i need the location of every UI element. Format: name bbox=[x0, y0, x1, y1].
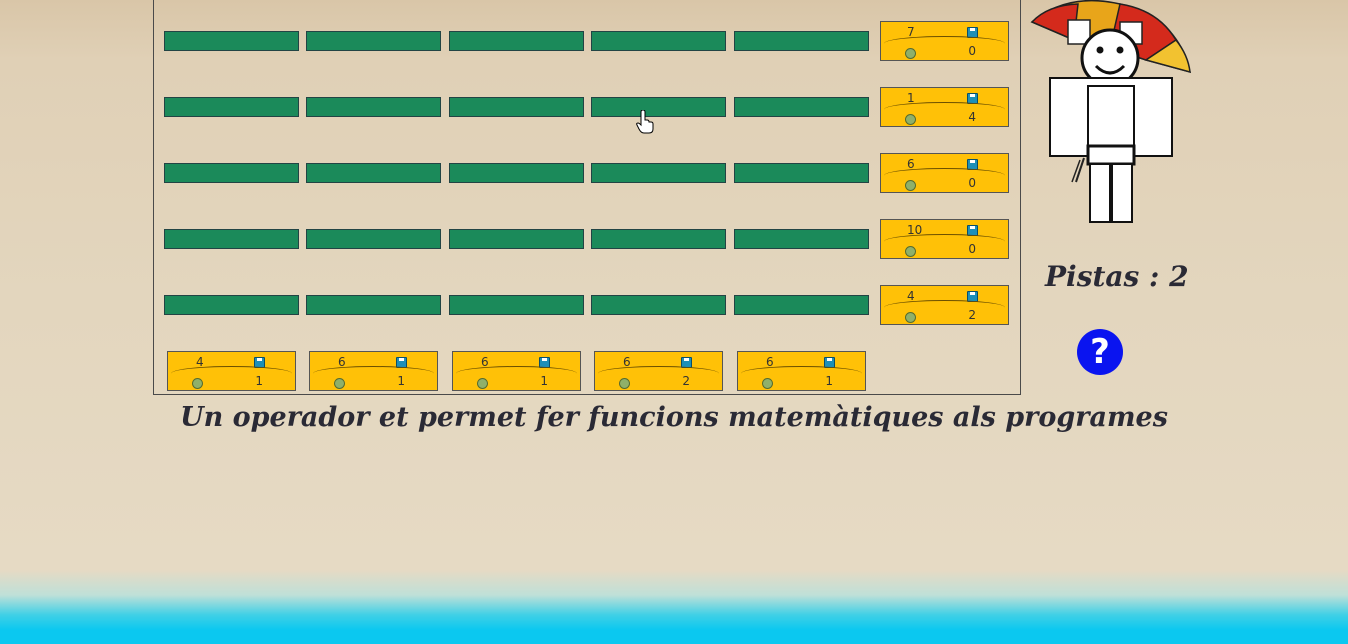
col-count-value: 1 bbox=[825, 374, 833, 388]
grid-cell[interactable] bbox=[306, 295, 441, 315]
card-divider bbox=[884, 168, 1005, 183]
row-count-value: 4 bbox=[968, 110, 976, 124]
card-divider bbox=[171, 366, 292, 381]
card-divider bbox=[741, 366, 862, 381]
row-target-card: 1 4 bbox=[880, 87, 1009, 127]
grid-cell[interactable] bbox=[734, 229, 869, 249]
grid-cell[interactable] bbox=[164, 163, 299, 183]
hand-cursor-icon bbox=[636, 110, 654, 134]
grid-cell[interactable] bbox=[306, 31, 441, 51]
help-button[interactable]: ? bbox=[1077, 329, 1123, 375]
coin-icon bbox=[905, 246, 916, 257]
grid-cell[interactable] bbox=[164, 295, 299, 315]
coin-icon bbox=[762, 378, 773, 389]
col-target-card: 6 1 bbox=[309, 351, 438, 391]
grid-cell[interactable] bbox=[591, 31, 726, 51]
card-divider bbox=[456, 366, 577, 381]
col-count-value: 1 bbox=[397, 374, 405, 388]
col-target-card: 6 2 bbox=[594, 351, 723, 391]
grid-cell[interactable] bbox=[591, 163, 726, 183]
grid-cell[interactable] bbox=[164, 97, 299, 117]
caption-text: Un operador et permet fer funcions matem… bbox=[180, 402, 1168, 433]
grid-cell[interactable] bbox=[734, 163, 869, 183]
col-count-value: 1 bbox=[540, 374, 548, 388]
card-divider bbox=[598, 366, 719, 381]
col-count-value: 2 bbox=[682, 374, 690, 388]
grid-cell[interactable] bbox=[449, 31, 584, 51]
card-divider bbox=[313, 366, 434, 381]
grid-cell[interactable] bbox=[449, 163, 584, 183]
grid-cell[interactable] bbox=[449, 229, 584, 249]
coin-icon bbox=[905, 312, 916, 323]
coin-icon bbox=[905, 114, 916, 125]
row-target-card: 4 2 bbox=[880, 285, 1009, 325]
card-divider bbox=[884, 300, 1005, 315]
row-count-value: 0 bbox=[968, 242, 976, 256]
grid-cell[interactable] bbox=[306, 97, 441, 117]
coin-icon bbox=[905, 180, 916, 191]
grid-cell[interactable] bbox=[164, 229, 299, 249]
card-divider bbox=[884, 234, 1005, 249]
row-target-card: 7 0 bbox=[880, 21, 1009, 61]
game-board: 7 0 1 4 6 0 10 0 4 2 4 1 6 1 6 1 6 2 6 1 bbox=[153, 0, 1021, 395]
col-target-card: 6 1 bbox=[452, 351, 581, 391]
col-target-card: 4 1 bbox=[167, 351, 296, 391]
row-count-value: 0 bbox=[968, 176, 976, 190]
grid-cell[interactable] bbox=[734, 97, 869, 117]
card-divider bbox=[884, 102, 1005, 117]
grid-cell[interactable] bbox=[734, 295, 869, 315]
col-count-value: 1 bbox=[255, 374, 263, 388]
coin-icon bbox=[619, 378, 630, 389]
row-count-value: 2 bbox=[968, 308, 976, 322]
grid-cell[interactable] bbox=[734, 31, 869, 51]
row-count-value: 0 bbox=[968, 44, 976, 58]
card-divider bbox=[884, 36, 1005, 51]
grid-cell[interactable] bbox=[306, 163, 441, 183]
grid-cell[interactable] bbox=[449, 295, 584, 315]
row-target-card: 6 0 bbox=[880, 153, 1009, 193]
grid-cell[interactable] bbox=[164, 31, 299, 51]
coin-icon bbox=[334, 378, 345, 389]
coin-icon bbox=[477, 378, 488, 389]
grid-cell[interactable] bbox=[591, 229, 726, 249]
col-target-card: 6 1 bbox=[737, 351, 866, 391]
grid-cell[interactable] bbox=[591, 295, 726, 315]
umbrella-character-icon bbox=[1030, 0, 1192, 223]
grid-cell[interactable] bbox=[591, 97, 726, 117]
coin-icon bbox=[192, 378, 203, 389]
row-target-card: 10 0 bbox=[880, 219, 1009, 259]
coin-icon bbox=[905, 48, 916, 59]
grid-cell[interactable] bbox=[306, 229, 441, 249]
hints-counter: Pistas : 2 bbox=[1045, 260, 1189, 293]
grid-cell[interactable] bbox=[449, 97, 584, 117]
